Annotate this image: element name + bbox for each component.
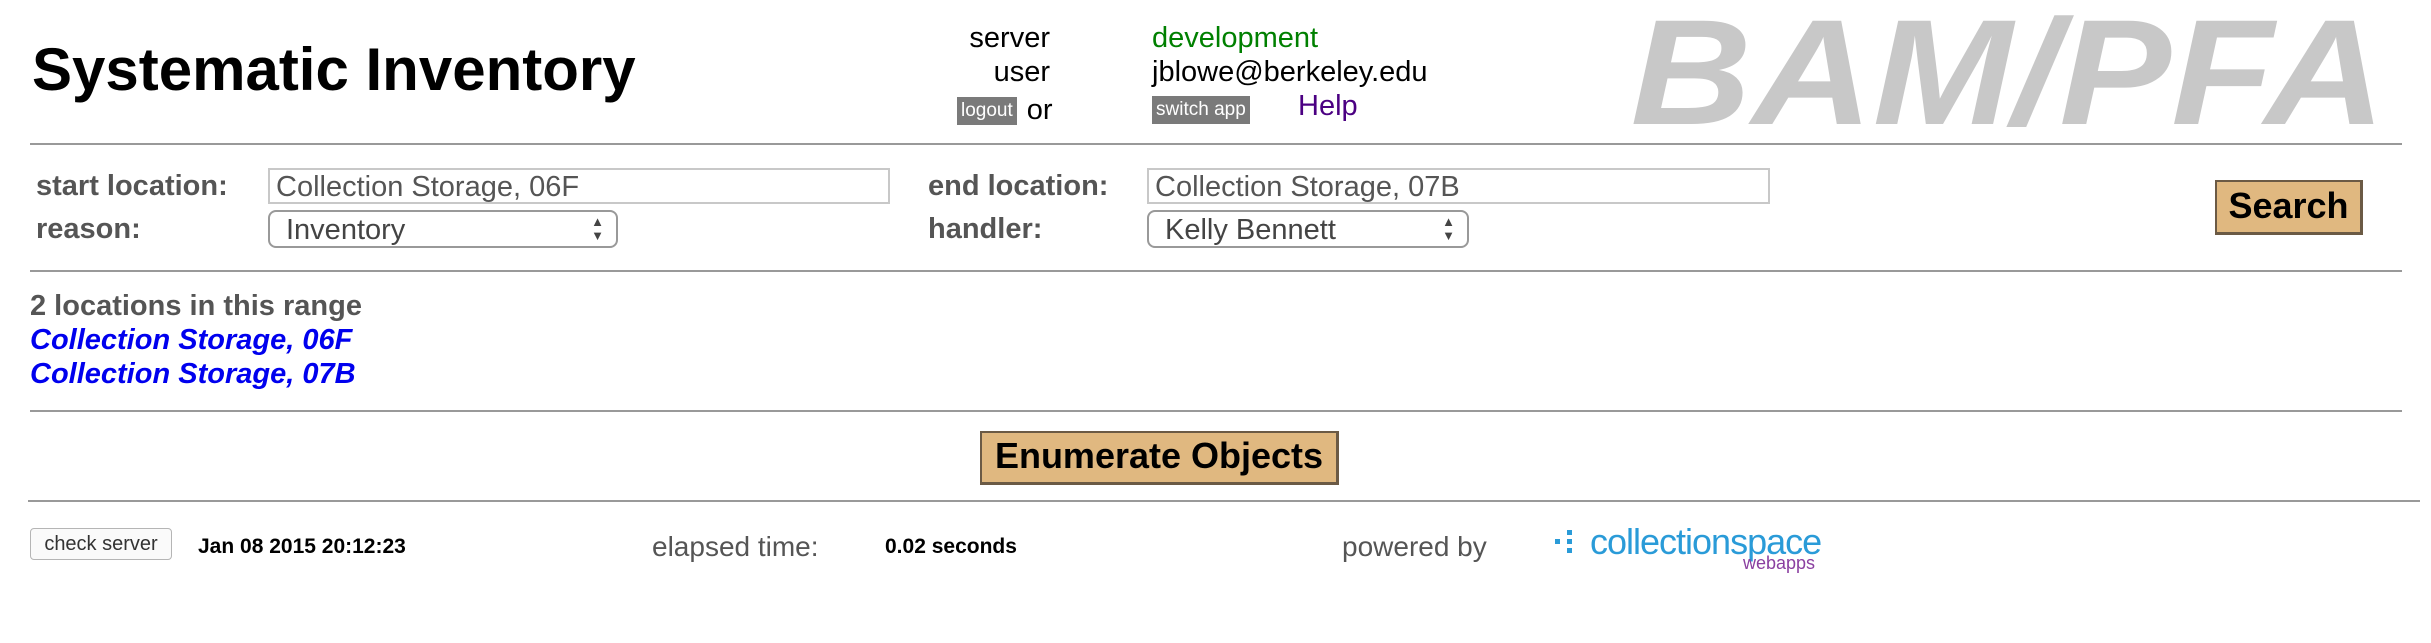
handler-select[interactable]: Kelly Bennett ▲ ▼ — [1147, 210, 1469, 248]
handler-label: handler: — [928, 213, 1043, 245]
location-link[interactable]: Collection Storage, 06F — [30, 324, 352, 357]
locations-count: 2 locations in this range — [30, 290, 362, 322]
powered-by-label: powered by — [1342, 531, 1487, 562]
footer-divider — [28, 500, 2420, 502]
switch-app-button[interactable]: switch app — [1152, 96, 1250, 124]
help-link[interactable]: Help — [1298, 90, 1358, 123]
search-button[interactable]: Search — [2215, 180, 2363, 235]
logout-button[interactable]: logout — [957, 96, 1017, 125]
server-value: development — [1152, 22, 1319, 54]
or-text: or — [1026, 94, 1053, 126]
elapsed-time-value: 0.02 seconds — [885, 535, 1017, 558]
timestamp: Jan 08 2015 20:12:23 — [198, 535, 406, 558]
form-divider — [30, 270, 2402, 272]
page-title: Systematic Inventory — [32, 36, 636, 103]
collectionspace-logo-icon — [1555, 530, 1572, 553]
results-divider — [30, 410, 2402, 412]
logout-group: logout or — [957, 94, 1053, 127]
user-value: jblowe@berkeley.edu — [1152, 56, 1428, 88]
end-location-input[interactable]: Collection Storage, 07B — [1147, 168, 1770, 204]
location-link[interactable]: Collection Storage, 07B — [30, 358, 356, 391]
select-arrows-icon: ▲ ▼ — [591, 214, 604, 243]
handler-select-value: Kelly Bennett — [1165, 214, 1336, 246]
elapsed-time-label: elapsed time: — [652, 531, 819, 562]
end-location-label: end location: — [928, 170, 1109, 202]
enumerate-objects-button[interactable]: Enumerate Objects — [980, 431, 1339, 485]
check-server-button[interactable]: check server — [30, 528, 172, 560]
user-label: user — [993, 56, 1050, 88]
reason-label: reason: — [36, 213, 141, 245]
start-location-input[interactable]: Collection Storage, 06F — [268, 168, 890, 204]
reason-select[interactable]: Inventory ▲ ▼ — [268, 210, 618, 248]
reason-select-value: Inventory — [286, 214, 406, 246]
select-arrows-icon: ▲ ▼ — [1442, 214, 1455, 243]
header-divider — [30, 143, 2402, 145]
logo-text: BAM/PFA — [1631, 6, 2386, 141]
start-location-label: start location: — [36, 170, 228, 202]
collectionspace-webapps: webapps — [1743, 553, 1816, 573]
bampfa-logo: BAM/PFA — [1631, 6, 2386, 141]
server-label: server — [969, 22, 1050, 54]
